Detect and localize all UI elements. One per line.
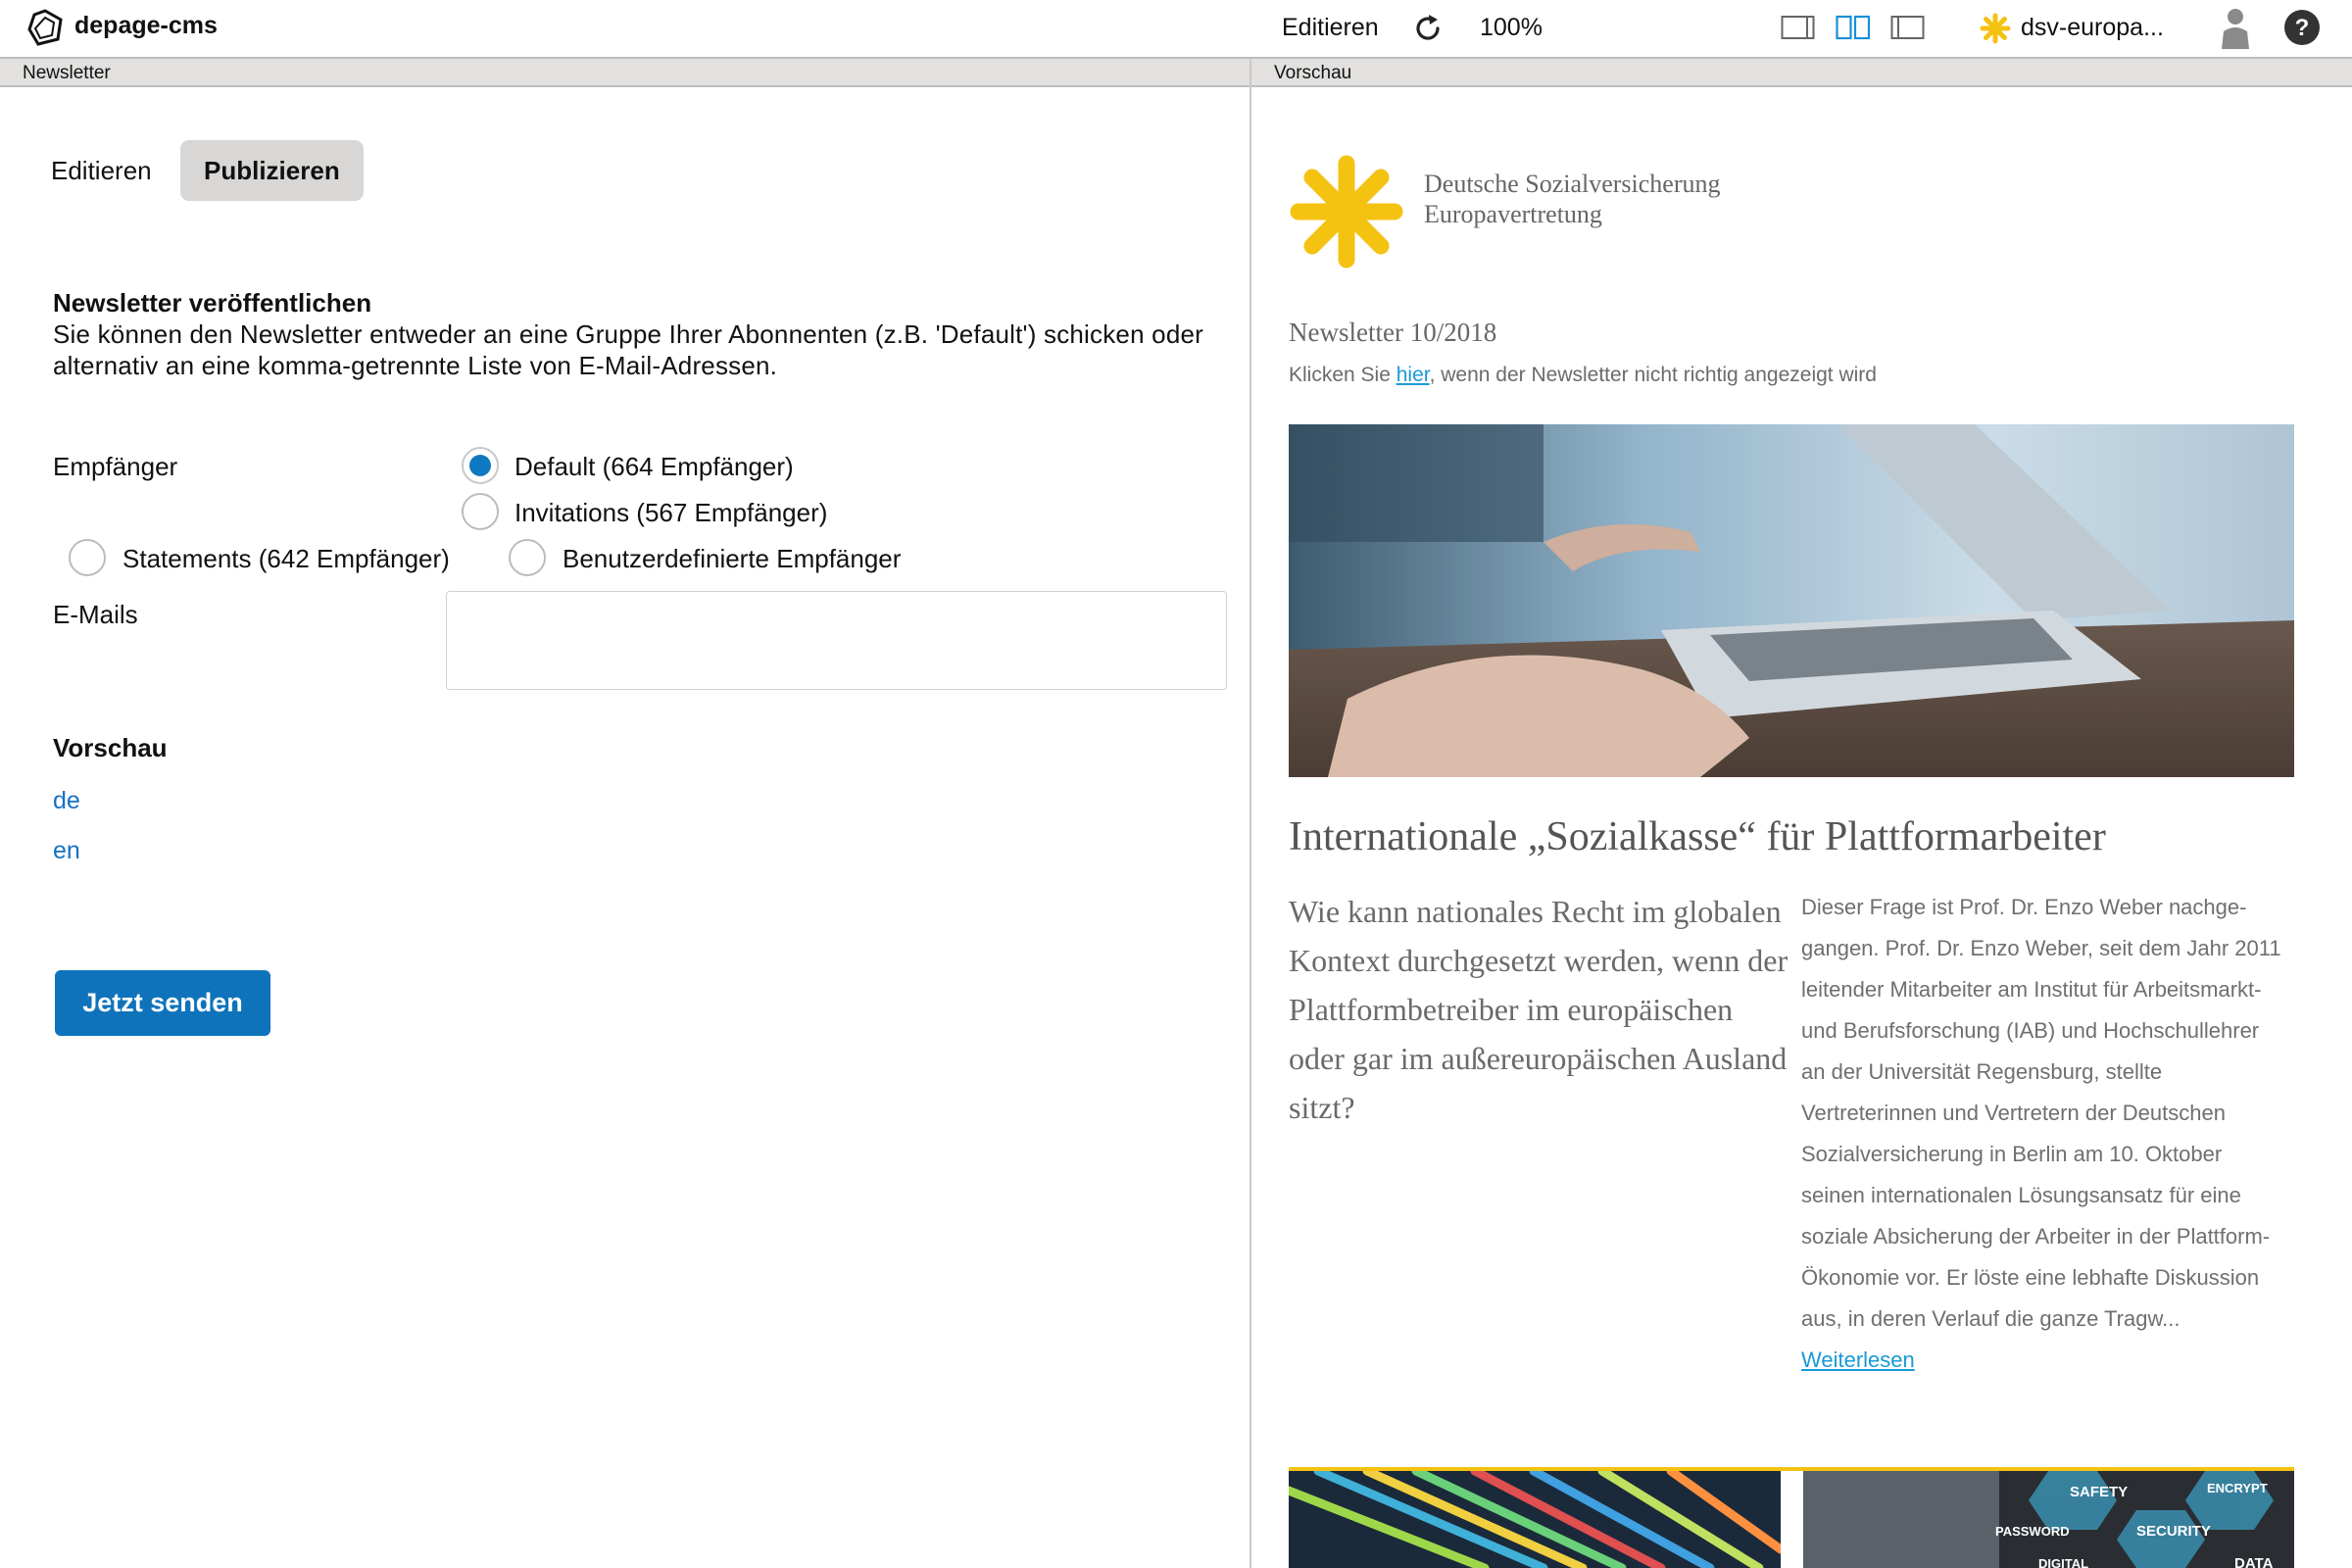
preview-heading: Vorschau [53,733,168,762]
layout-split-icon[interactable] [1836,14,1871,46]
publish-description: Sie können den Newsletter entweder an ei… [53,319,1204,380]
view-hint-link[interactable]: hier [1396,364,1430,386]
article-body-text: Dieser Frage ist Prof. Dr. Enzo Weber na… [1801,895,2281,1331]
radio-default-label[interactable]: Default (664 Empfänger) [514,452,794,482]
preview-link-en[interactable]: en [53,837,80,865]
preview-pane-title: Vorschau [1274,63,1352,83]
layout-right-icon[interactable] [1890,14,1926,46]
svg-text:?: ? [2295,15,2310,41]
organization-line-2: Europavertretung [1424,200,1602,228]
reload-icon[interactable] [1411,12,1445,50]
project-selector[interactable]: dsv-europa... [2021,14,2164,42]
read-more-link[interactable]: Weiterlesen [1801,1348,1915,1372]
organization-line-1: Deutsche Sozialversicherung [1424,170,1721,198]
thumb-word-encrypt: ENCRYPT [2207,1481,2268,1495]
tab-publish[interactable]: Publizieren [180,140,364,201]
zoom-level[interactable]: 100% [1480,14,1543,42]
send-now-button[interactable]: Jetzt senden [55,970,270,1036]
view-hint: Klicken Sie hier, wenn der Newsletter ni… [1289,364,1877,387]
newsletter-pane-header: Newsletter [0,59,1250,87]
layout-left-icon[interactable] [1781,14,1816,46]
radio-invitations-label[interactable]: Invitations (567 Empfänger) [514,498,827,528]
thumb-word-digital: DIGITAL [2038,1556,2088,1568]
article-lead: Wie kann nationales Recht im glo­balen K… [1289,894,1788,1125]
project-star-icon [1980,13,2011,49]
organization-name: Deutsche Sozialversicherung Europavertre… [1424,169,1721,229]
thumb-word-data: DATA [2234,1555,2274,1568]
article-body: Dieser Frage ist Prof. Dr. Enzo Weber na… [1801,887,2281,1381]
recipients-label: Empfänger [53,452,178,481]
radio-custom-label[interactable]: Benutzerdefinierte Empfänger [563,544,901,574]
radio-statements-label[interactable]: Statements (642 Empfänger) [122,544,450,574]
tab-edit[interactable]: Editieren [27,140,175,201]
teaser-image-cables [1289,1471,1781,1568]
radio-invitations[interactable] [462,493,499,530]
dsv-star-logo [1289,153,1404,275]
emails-textarea[interactable] [446,591,1227,690]
article-title: Internationale „Sozialkasse“ für Plattfo… [1289,814,2106,859]
publish-title: Newsletter veröffentlichen [53,288,372,318]
emails-label: E-Mails [53,600,138,629]
thumb-word-safety: SAFETY [2070,1484,2128,1500]
hero-image [1289,424,2294,777]
help-icon[interactable]: ? [2283,9,2321,51]
pane-divider[interactable] [1250,59,1251,1568]
mode-label[interactable]: Editieren [1282,14,1379,42]
depage-logo-icon[interactable] [25,8,65,52]
teaser-image-security: SAFETY ENCRYPT PASSWORD SECURITY DIGITAL… [1803,1471,2294,1568]
user-icon[interactable] [2219,6,2252,54]
preview-pane-header: Vorschau [1251,59,2352,87]
preview-link-de[interactable]: de [53,787,80,815]
view-hint-before: Klicken Sie [1289,364,1396,386]
app-title[interactable]: depage-cms [74,12,218,40]
top-bar: depage-cms Editieren 100% dsv-europa... … [0,0,2352,59]
newsletter-issue: Newsletter 10/2018 [1289,318,1497,347]
view-hint-after: , wenn der Newsletter nicht richtig ange… [1429,364,1877,386]
radio-statements[interactable] [69,539,106,576]
thumb-word-security: SECURITY [2136,1523,2211,1540]
radio-default[interactable] [462,447,499,484]
radio-custom[interactable] [509,539,546,576]
newsletter-pane-title: Newsletter [23,63,111,83]
thumb-word-password: PASSWORD [1995,1524,2070,1539]
